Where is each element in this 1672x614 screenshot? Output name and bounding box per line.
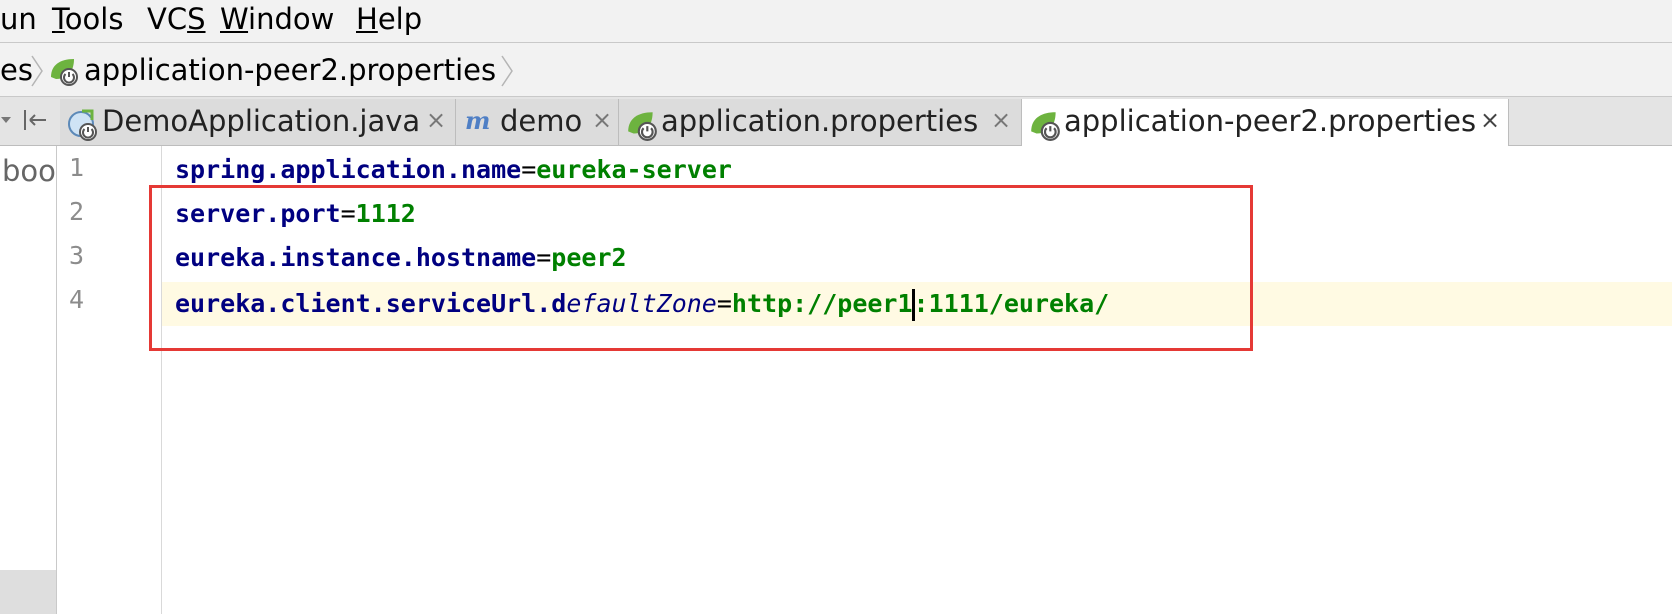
menu-window[interactable]: Window: [220, 0, 334, 40]
menu-help[interactable]: Help: [356, 0, 422, 40]
spring-properties-icon: [1031, 112, 1060, 141]
editor-tab-bar: DemoApplication.java × m demo × applicat…: [0, 97, 1672, 146]
tab-label: DemoApplication.java: [102, 104, 421, 138]
svg-text:m: m: [465, 109, 490, 133]
tab-label: demo: [500, 104, 583, 138]
menu-tools-mnemonic: T: [52, 2, 65, 36]
menu-run[interactable]: un: [0, 0, 37, 40]
property-key: spring.application.name: [175, 155, 522, 184]
menu-help-label: elp: [377, 2, 423, 36]
close-icon[interactable]: ×: [592, 99, 612, 143]
close-icon[interactable]: ×: [991, 99, 1011, 143]
project-panel-edge[interactable]: boo: [0, 146, 57, 614]
breadcrumb-item-file[interactable]: application-peer2.properties: [84, 43, 496, 97]
close-icon[interactable]: ×: [426, 99, 446, 143]
line-number: 3: [69, 241, 85, 270]
breadcrumb-item-folder[interactable]: es: [0, 43, 33, 97]
property-value: eureka-server: [536, 155, 732, 184]
property-separator: =: [521, 155, 537, 184]
tab-label: application.properties: [661, 104, 979, 138]
menu-window-mnemonic: W: [220, 2, 249, 36]
tab-application-peer2-properties[interactable]: application-peer2.properties ×: [1022, 99, 1509, 146]
line-number: 1: [69, 153, 85, 182]
project-panel-bottom: [0, 570, 56, 614]
breadcrumb-folder-label: es: [0, 53, 33, 87]
menu-bar: un Tools VCS Window Help: [0, 0, 1672, 43]
project-tree-label: boo: [2, 154, 56, 188]
breadcrumb-file-label: application-peer2.properties: [84, 53, 497, 87]
tab-list-dropdown-icon[interactable]: [0, 115, 12, 125]
line-number: 4: [69, 285, 85, 314]
menu-tools-label: ools: [64, 2, 124, 36]
tab-demo[interactable]: m demo ×: [456, 99, 619, 145]
spring-properties-icon: [51, 59, 78, 86]
chevron-right-icon: [501, 55, 513, 87]
editor-gutter[interactable]: 1 2 3 4: [57, 146, 162, 614]
tab-application-properties[interactable]: application.properties ×: [619, 99, 1022, 145]
collapse-left-icon[interactable]: [22, 107, 48, 133]
tab-label: application-peer2.properties: [1064, 104, 1477, 138]
close-icon[interactable]: ×: [1480, 99, 1500, 143]
maven-module-icon: m: [465, 109, 490, 133]
tab-demoapplication-java[interactable]: DemoApplication.java ×: [60, 99, 456, 145]
menu-vcs-label: VC: [147, 2, 188, 36]
chevron-right-icon: [31, 55, 43, 87]
spring-properties-icon: [628, 112, 657, 141]
menu-run-label: un: [0, 2, 37, 36]
annotation-highlight-box: [149, 185, 1253, 351]
menu-vcs-mnemonic: S: [187, 2, 206, 36]
menu-tools[interactable]: Tools: [52, 0, 123, 40]
menu-vcs[interactable]: VCS: [147, 0, 206, 40]
line-number: 2: [69, 197, 85, 226]
menu-help-mnemonic: H: [356, 2, 378, 36]
spring-boot-run-config-icon: [68, 109, 97, 141]
menu-window-label: indow: [248, 2, 335, 36]
breadcrumb: es application-peer2.properties: [0, 43, 1672, 97]
